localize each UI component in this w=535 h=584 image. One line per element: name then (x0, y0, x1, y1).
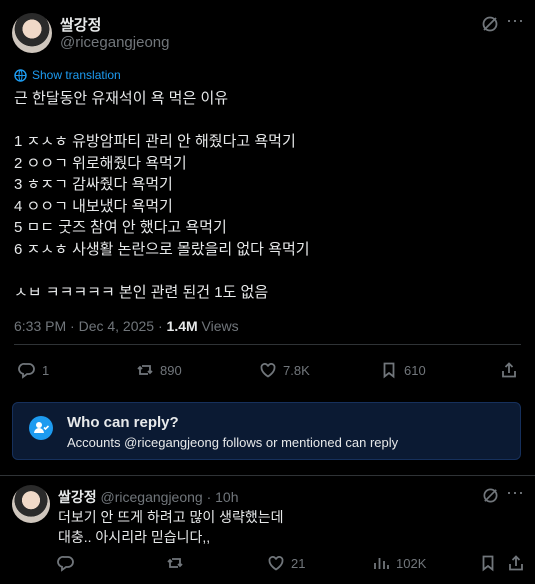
reply-author-name[interactable]: 쌀강정 (58, 489, 97, 505)
reply-share-button[interactable] (507, 554, 525, 572)
reply-restriction-description: Accounts @ricegangjeong follows or menti… (67, 435, 399, 450)
reply-views-button[interactable]: 102K (372, 554, 426, 572)
heart-icon (268, 555, 284, 571)
repost-icon (167, 558, 183, 568)
post-line: 6 ㅈㅅㅎ 사생활 논란으로 몰랐을리 없다 욕먹기 (14, 240, 310, 258)
reply-line: 더보기 안 뜨게 하려고 많이 생략했는데 (58, 509, 284, 525)
repost-icon (137, 365, 153, 375)
reply-reply-button[interactable] (57, 554, 75, 572)
post-line: 근 한달동안 유재석이 욕 먹은 이유 (14, 90, 229, 107)
repost-count: 890 (160, 362, 182, 378)
reply-line: 대충.. 아시리라 믿습니다,, (58, 529, 211, 545)
post-line (14, 110, 310, 132)
divider (14, 344, 521, 345)
reply-bookmark-button[interactable] (479, 554, 497, 572)
reply-icon (18, 363, 35, 379)
share-button[interactable] (500, 361, 518, 379)
reply-views-count: 102K (396, 555, 427, 571)
reply-author-handle[interactable]: @ricegangjeong (101, 489, 203, 505)
post-line: 4 ㅇㅇㄱ 내보냈다 욕먹기 (14, 197, 173, 215)
reply-time[interactable]: · 10h (203, 489, 239, 505)
show-translation-label: Show translation (32, 68, 121, 82)
repost-button[interactable]: 890 (136, 361, 182, 379)
reply-restriction-title: Who can reply? (67, 414, 179, 431)
grok-icon[interactable] (480, 487, 500, 507)
post-text: 근 한달동안 유재석이 욕 먹은 이유 1 ㅈㅅㅎ 유방암파티 관리 안 해줬다… (14, 88, 310, 303)
reply-header: 쌀강정 @ricegangjeong · 10h (58, 487, 239, 507)
grok-icon[interactable] (480, 15, 500, 36)
reply-like-button[interactable]: 21 (267, 554, 305, 572)
translate-icon (14, 68, 27, 82)
post-line: 3 ㅎㅈㄱ 감싸줬다 욕먹기 (14, 176, 173, 193)
views-count: 1.4M (166, 318, 198, 334)
post-line (14, 260, 310, 282)
author-name[interactable]: 쌀강정 (60, 14, 101, 35)
reply-icon (57, 556, 74, 572)
heart-icon (260, 362, 276, 378)
more-icon[interactable]: ⋯ (505, 12, 525, 30)
post-line: ㅅㅂ ㅋㅋㅋㅋㅋ 본인 관련 된건 1도 없음 (14, 283, 269, 301)
share-icon (502, 362, 516, 378)
bookmark-icon (482, 555, 494, 572)
like-count: 7.8K (283, 362, 310, 378)
reply-repost-button[interactable] (166, 554, 190, 572)
author-handle[interactable]: @ricegangjeong (60, 34, 169, 51)
like-button[interactable]: 7.8K (259, 361, 310, 379)
author-avatar[interactable] (12, 13, 52, 53)
reply-restriction-icon (29, 416, 53, 440)
share-icon (509, 555, 523, 571)
reply-author-avatar[interactable] (12, 485, 50, 523)
post-line: 1 ㅈㅅㅎ 유방암파티 관리 안 해줬다고 욕먹기 (14, 133, 296, 150)
views-icon (374, 558, 389, 569)
reply-button[interactable]: 1 (18, 361, 49, 379)
more-icon[interactable]: ⋯ (505, 484, 525, 502)
post-timestamp[interactable]: 6:33 PM · Dec 4, 2025 · (14, 318, 167, 334)
reply-like-count: 21 (291, 555, 306, 571)
post-line: 2 ㅇㅇㄱ 위로해줬다 욕먹기 (14, 154, 187, 172)
bookmark-count: 610 (404, 362, 426, 378)
reply-restriction-notice: Who can reply? Accounts @ricegangjeong f… (12, 402, 521, 460)
divider (0, 475, 535, 476)
bookmark-button[interactable]: 610 (380, 361, 426, 379)
reply-text: 더보기 안 뜨게 하려고 많이 생략했는데 대충.. 아시리라 믿습니다,, (58, 507, 284, 547)
reply-count: 1 (42, 362, 50, 378)
show-translation-link[interactable]: Show translation (14, 68, 121, 82)
post-meta: 6:33 PM · Dec 4, 2025 · 1.4M Views (14, 318, 239, 334)
bookmark-icon (383, 362, 395, 379)
views-label: Views (197, 318, 239, 334)
post-line: 5 ㅁㄷ 굿즈 참여 안 했다고 욕먹기 (14, 219, 227, 236)
